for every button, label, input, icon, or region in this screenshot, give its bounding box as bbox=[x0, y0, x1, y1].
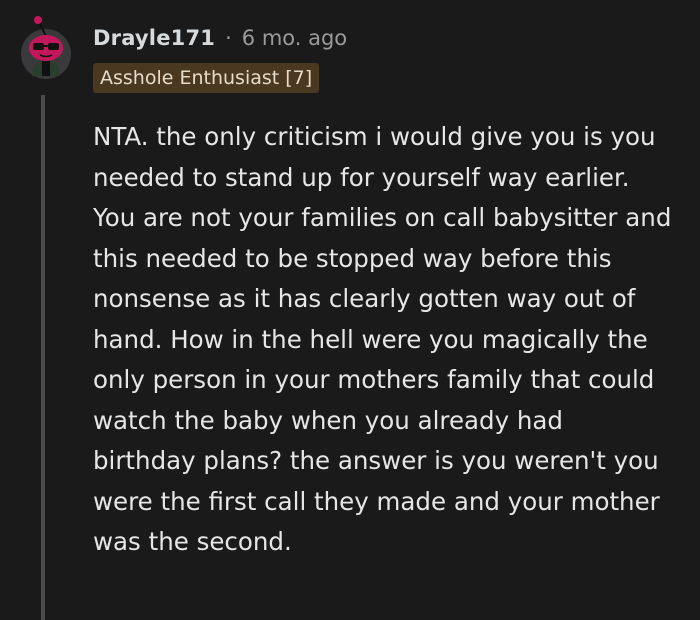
snoo-avatar-icon bbox=[21, 16, 71, 79]
username[interactable]: Drayle171 bbox=[93, 26, 215, 50]
thread-line[interactable] bbox=[41, 95, 45, 620]
meta-separator: · bbox=[225, 26, 232, 50]
timestamp[interactable]: 6 mo. ago bbox=[242, 26, 347, 50]
user-flair-text: Asshole Enthusiast [7] bbox=[100, 67, 313, 89]
user-flair: Asshole Enthusiast [7] bbox=[93, 63, 320, 93]
avatar[interactable] bbox=[20, 14, 72, 80]
comment-header: Drayle171 · 6 mo. ago bbox=[93, 22, 347, 54]
comment-body: NTA. the only criticism i would give you… bbox=[93, 122, 672, 556]
